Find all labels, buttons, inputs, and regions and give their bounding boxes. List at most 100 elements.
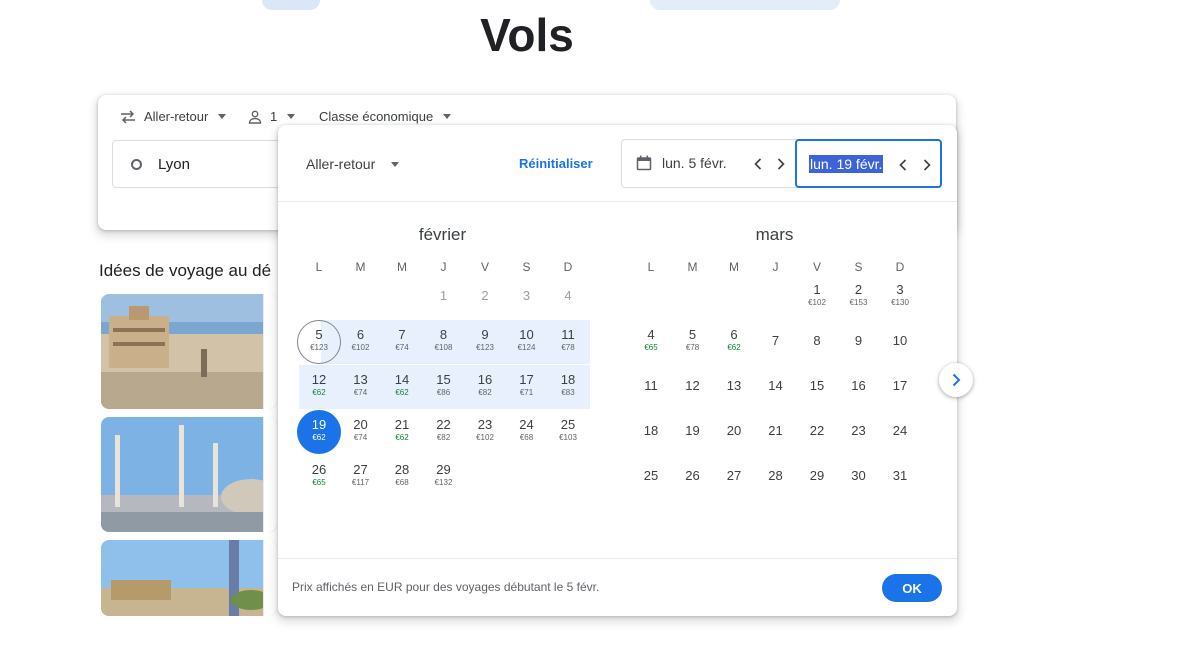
calendar-day[interactable]: 16 <box>837 365 881 409</box>
day-number: 16 <box>851 378 866 393</box>
calendar-day[interactable]: 24 €68 <box>505 410 549 454</box>
day-number: 28 <box>768 468 783 483</box>
day-number: 18 <box>560 372 576 387</box>
calendar-day[interactable]: 9 €123 <box>463 320 507 364</box>
calendar-day[interactable]: 23 <box>837 410 881 454</box>
return-next-day-button[interactable] <box>918 156 936 174</box>
calendar-day[interactable]: 13 €74 <box>339 365 383 409</box>
calendar-day[interactable]: 11 €78 <box>546 320 590 364</box>
calendar-day[interactable]: 15 €86 <box>422 365 466 409</box>
calendar-day[interactable]: 12 <box>671 365 715 409</box>
calendar-day[interactable]: 18 €83 <box>546 365 590 409</box>
month-title: mars <box>755 225 794 244</box>
calendar-day: 3 <box>505 275 549 319</box>
calendar-day[interactable]: 23 €102 <box>463 410 507 454</box>
picker-trip-type-select[interactable]: Aller-retour <box>306 156 400 172</box>
cabin-select[interactable]: Classe économique <box>319 109 452 124</box>
depart-next-day-button[interactable] <box>772 155 790 173</box>
destination-card-lisbon[interactable] <box>101 294 277 409</box>
origin-value: Lyon <box>158 155 190 173</box>
calendar-day[interactable]: 10 €124 <box>505 320 549 364</box>
calendar-day[interactable]: 21 <box>754 410 798 454</box>
calendar-day[interactable]: 25 €103 <box>546 410 590 454</box>
passengers-count: 1 <box>270 109 278 124</box>
trip-type-select[interactable]: Aller-retour <box>120 109 227 124</box>
passengers-select[interactable]: 1 <box>248 109 296 124</box>
day-number: 7 <box>771 333 780 348</box>
day-number: 9 <box>854 333 863 348</box>
calendar-day[interactable]: 25 <box>629 455 673 499</box>
day-number: 22 <box>809 423 825 438</box>
day-number: 15 <box>436 372 451 387</box>
chevron-down-icon <box>391 161 400 167</box>
reset-button[interactable]: Réinitialiser <box>519 156 593 171</box>
calendar-day[interactable]: 2 €153 <box>837 275 881 319</box>
calendar-day[interactable]: 6 €102 <box>339 320 383 364</box>
calendar-day[interactable]: 29 €132 <box>422 455 466 499</box>
date-range-fields: lun. 5 févr. lun. 19 févr. <box>621 139 942 188</box>
calendar-day[interactable]: 22 <box>795 410 839 454</box>
day-number: 23 <box>477 417 493 432</box>
calendar-day[interactable]: 10 <box>878 320 922 364</box>
calendar-day[interactable]: 6 €62 <box>712 320 756 364</box>
day-price: €62 <box>727 343 741 352</box>
calendar-day[interactable]: 31 <box>878 455 922 499</box>
day-number: 31 <box>892 468 908 483</box>
calendar-day[interactable]: 7 <box>754 320 798 364</box>
calendar-day[interactable]: 28 <box>754 455 798 499</box>
calendar-day[interactable]: 14 <box>754 365 798 409</box>
calendar-day[interactable]: 9 <box>837 320 881 364</box>
chevron-right-icon <box>952 373 960 387</box>
calendar-day[interactable]: 15 <box>795 365 839 409</box>
ok-button[interactable]: OK <box>882 574 942 602</box>
calendar-day[interactable]: 12 €62 <box>297 365 341 409</box>
day-number: 17 <box>519 372 534 387</box>
calendar-day[interactable]: 27 €117 <box>339 455 383 499</box>
calendar-day[interactable]: 20 €74 <box>339 410 383 454</box>
depart-date-field[interactable]: lun. 5 févr. <box>636 155 727 171</box>
calendar-day[interactable]: 13 <box>712 365 756 409</box>
day-number: 21 <box>394 417 410 432</box>
calendar-day[interactable]: 26 €65 <box>297 455 341 499</box>
next-month-button[interactable] <box>939 363 973 397</box>
calendar-day[interactable]: 1 €102 <box>795 275 839 319</box>
day-number: 20 <box>353 417 368 432</box>
calendar-day[interactable]: 8 €108 <box>422 320 466 364</box>
calendar-day[interactable]: 4 €65 <box>629 320 673 364</box>
calendar-day[interactable]: 27 <box>712 455 756 499</box>
destination-card-istanbul[interactable] <box>101 417 277 532</box>
day-price: €117 <box>351 478 370 487</box>
depart-prev-day-button[interactable] <box>749 155 767 173</box>
calendar-day[interactable]: 29 <box>795 455 839 499</box>
calendar-day[interactable]: 19 <box>671 410 715 454</box>
return-prev-day-button[interactable] <box>894 156 912 174</box>
calendar-day[interactable]: 5 €78 <box>671 320 715 364</box>
calendar-day[interactable]: 26 <box>671 455 715 499</box>
day-number: 26 <box>685 468 700 483</box>
weekday-label: M <box>687 260 698 274</box>
destination-card-barcelona[interactable] <box>101 540 277 616</box>
calendar-day[interactable]: 18 <box>629 410 673 454</box>
calendar-day[interactable]: 7 €74 <box>380 320 424 364</box>
calendar-day[interactable]: 14 €62 <box>380 365 424 409</box>
day-number: 8 <box>813 333 821 348</box>
calendar-day[interactable]: 30 <box>837 455 881 499</box>
calendar-day[interactable]: 11 <box>629 365 673 409</box>
weekday-label: L <box>647 260 655 274</box>
calendar-day[interactable]: 5 €123 <box>297 320 341 364</box>
calendar-day[interactable]: 17 €71 <box>505 365 549 409</box>
day-price: €78 <box>685 343 700 352</box>
return-date-field[interactable]: lun. 19 févr. <box>795 139 942 188</box>
calendar-day[interactable]: 21 €62 <box>380 410 424 454</box>
day-number: 27 <box>726 468 742 483</box>
calendar-day[interactable]: 17 <box>878 365 922 409</box>
calendar-day[interactable]: 24 <box>878 410 922 454</box>
calendar-day[interactable]: 16 €82 <box>463 365 507 409</box>
calendar-day[interactable]: 19 €62 <box>297 410 341 454</box>
day-number: 14 <box>768 378 783 393</box>
calendar-day[interactable]: 3 €130 <box>878 275 922 319</box>
calendar-day[interactable]: 22 €82 <box>422 410 466 454</box>
calendar-day[interactable]: 8 <box>795 320 839 364</box>
calendar-day[interactable]: 20 <box>712 410 756 454</box>
calendar-day[interactable]: 28 €68 <box>380 455 424 499</box>
